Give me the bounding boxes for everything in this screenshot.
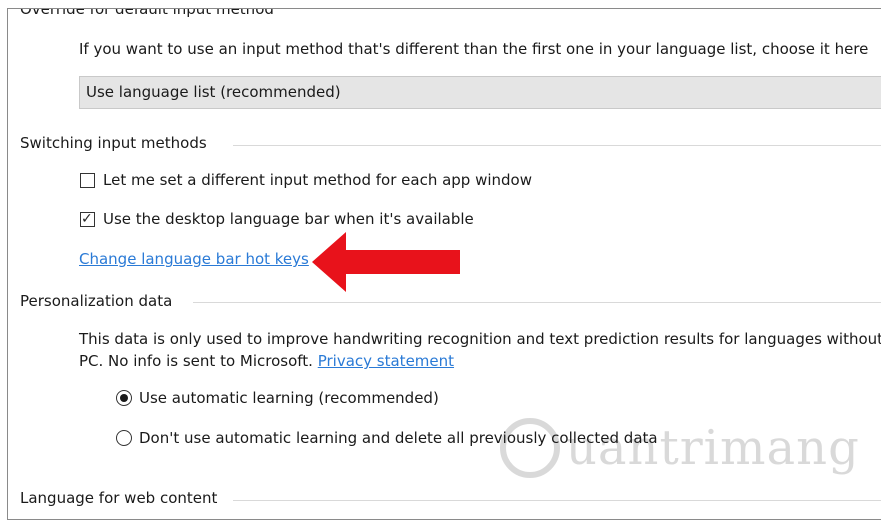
watermark-logo-icon	[500, 418, 560, 478]
input-method-dropdown[interactable]: Use language list (recommended)	[79, 76, 881, 109]
per-app-input-checkbox[interactable]	[80, 173, 95, 188]
personalization-group-line	[193, 302, 881, 303]
override-section-title: Override for default input method	[20, 8, 274, 18]
web-content-section-title: Language for web content	[20, 489, 218, 507]
web-content-group-line	[233, 500, 881, 501]
privacy-statement-link[interactable]: Privacy statement	[318, 352, 454, 370]
no-learning-radio[interactable]	[116, 430, 132, 446]
personalization-description-text: PC. No info is sent to Microsoft.	[79, 352, 313, 370]
language-bar-checkbox[interactable]: ✓	[80, 211, 95, 227]
change-hotkeys-link[interactable]: Change language bar hot keys	[79, 250, 309, 268]
auto-learning-radio[interactable]	[116, 390, 132, 406]
switching-group-line	[233, 145, 881, 146]
language-bar-label[interactable]: Use the desktop language bar when it's a…	[103, 210, 474, 228]
per-app-input-label[interactable]: Let me set a different input method for …	[103, 171, 532, 189]
personalization-section-title: Personalization data	[20, 292, 173, 310]
auto-learning-label[interactable]: Use automatic learning (recommended)	[139, 389, 439, 407]
dropdown-value: Use language list (recommended)	[86, 83, 341, 101]
red-arrow-icon	[312, 232, 460, 292]
watermark: uantrimang	[496, 412, 859, 482]
radio-selected-dot	[120, 394, 128, 402]
override-description: If you want to use an input method that'…	[79, 40, 869, 58]
no-learning-label[interactable]: Don't use automatic learning and delete …	[139, 429, 658, 447]
switching-section-title: Switching input methods	[20, 134, 207, 152]
personalization-description-line1: This data is only used to improve handwr…	[79, 330, 881, 348]
checkmark-icon: ✓	[81, 211, 93, 227]
personalization-description-line2: PC. No info is sent to Microsoft. Privac…	[79, 352, 454, 370]
